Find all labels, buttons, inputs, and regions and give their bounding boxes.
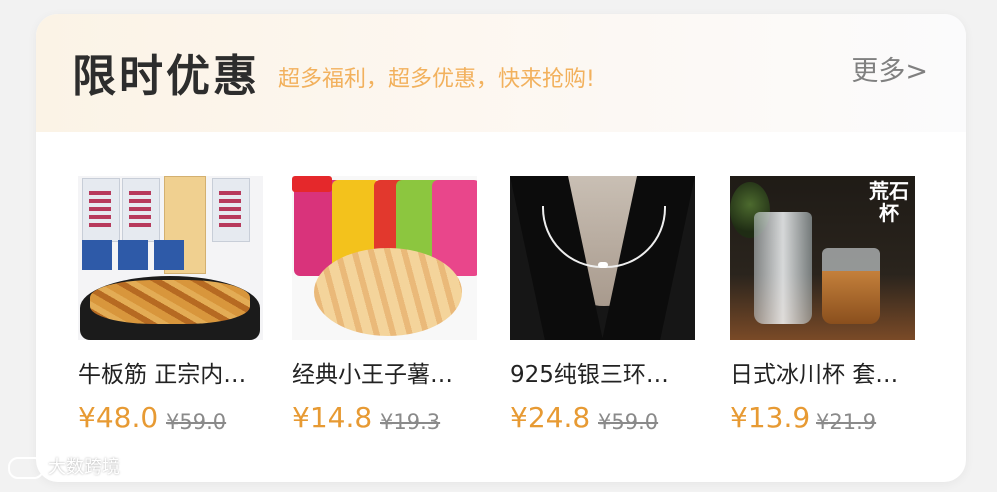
product-card-3[interactable]: 925纯银三环… ¥24.8 ¥59.0 — [510, 176, 700, 436]
product-name-1[interactable]: 牛板筋 正宗内… — [78, 360, 268, 390]
product-price-4: ¥13.9 — [730, 401, 811, 434]
product-original-price-1: ¥59.0 — [166, 410, 227, 434]
watermark: 大数跨境 — [8, 456, 120, 480]
product-price-2: ¥14.8 — [292, 401, 373, 434]
product-card-4[interactable]: 荒石杯 日式冰川杯 套… ¥13.9 ¥21.9 — [730, 176, 920, 436]
product-name-4[interactable]: 日式冰川杯 套… — [730, 360, 920, 390]
watermark-logo-icon — [8, 457, 44, 479]
product-price-1: ¥48.0 — [78, 401, 159, 434]
product-image-1[interactable] — [78, 176, 263, 340]
product-image-4[interactable]: 荒石杯 — [730, 176, 915, 340]
product-card-2[interactable]: 经典小王子薯… ¥14.8 ¥19.3 — [292, 176, 482, 436]
image-tag: 荒石杯 — [869, 179, 909, 225]
card-header: 限时优惠 超多福利，超多优惠，快来抢购! 更多> — [36, 14, 966, 132]
section-subtitle: 超多福利，超多优惠，快来抢购! — [278, 67, 595, 92]
product-original-price-2: ¥19.3 — [380, 410, 441, 434]
more-link[interactable]: 更多> — [851, 54, 928, 90]
product-original-price-4: ¥21.9 — [816, 410, 877, 434]
product-original-price-3: ¥59.0 — [598, 410, 659, 434]
product-image-2[interactable] — [292, 176, 477, 340]
product-image-3[interactable] — [510, 176, 695, 340]
section-title: 限时优惠 — [72, 51, 260, 102]
limited-offer-card: 限时优惠 超多福利，超多优惠，快来抢购! 更多> 牛板筋 正宗内… ¥48.0 … — [36, 14, 966, 482]
product-name-2[interactable]: 经典小王子薯… — [292, 360, 482, 390]
product-name-3[interactable]: 925纯银三环… — [510, 360, 700, 390]
product-card-1[interactable]: 牛板筋 正宗内… ¥48.0 ¥59.0 — [78, 176, 268, 436]
product-price-3: ¥24.8 — [510, 401, 591, 434]
watermark-text: 大数跨境 — [48, 457, 120, 478]
